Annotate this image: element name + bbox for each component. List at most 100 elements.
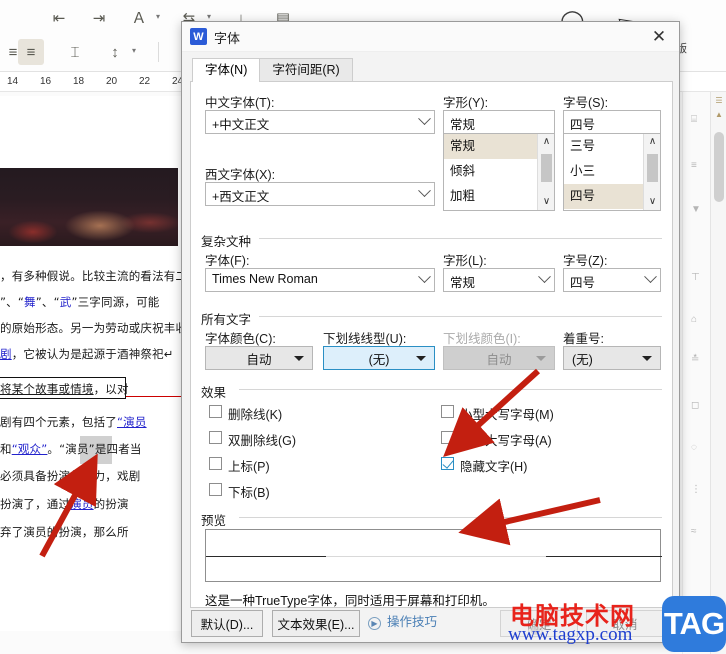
chevron-down-icon[interactable]: ▾ — [207, 12, 211, 21]
font-size-value: 四号 — [570, 118, 596, 132]
chevron-down-icon — [644, 270, 657, 284]
checkbox-box[interactable] — [209, 457, 222, 470]
checkbox-box[interactable] — [209, 483, 222, 496]
font-preview-box — [205, 529, 662, 582]
scrollbar-thumb[interactable] — [541, 154, 552, 182]
font-size-input[interactable]: 四号 — [563, 110, 661, 134]
ruler-tick-label: 16 — [40, 76, 52, 87]
complex-style-combobox[interactable]: 常规 — [443, 268, 555, 292]
font-size-label: 字号(S): — [563, 96, 609, 110]
chevron-down-icon[interactable]: ▾ — [132, 46, 136, 55]
font-style-label: 字形(Y): — [443, 96, 489, 110]
group-divider — [259, 316, 662, 317]
group-divider — [239, 389, 662, 390]
west-font-value: +西文正文 — [212, 190, 270, 204]
checkbox-box[interactable] — [209, 405, 222, 418]
font-style-value: 常规 — [450, 118, 476, 132]
complex-style-label: 字形(L): — [443, 254, 487, 268]
document-paragraph-line: 和“观众”。“演员”是四者当 — [0, 442, 142, 456]
ruler-tick-label: 14 — [7, 76, 19, 87]
complex-size-combobox[interactable]: 四号 — [563, 268, 661, 292]
complex-font-label: 字体(F): — [205, 254, 250, 268]
checkbox-box[interactable] — [441, 405, 454, 418]
document-paragraph-line: ”、“舞”、“武”三字同源，可能 — [0, 295, 160, 309]
underline-style-label: 下划线线型(U): — [323, 332, 407, 346]
tab-panel-font: 中文字体(T): +中文正文 西文字体(X): +西文正文 字形(Y): 常规 … — [190, 81, 673, 608]
document-image — [0, 168, 178, 246]
ruler-tick-label: 22 — [139, 76, 151, 87]
checkbox-box[interactable] — [441, 431, 454, 444]
underline-style-value: (无) — [368, 352, 390, 367]
cn-font-label: 中文字体(T): — [205, 96, 275, 110]
emphasis-mark-label: 着重号: — [563, 332, 604, 346]
listbox-scrollbar[interactable]: ∧ ∨ — [643, 134, 660, 210]
emphasis-mark-combobox[interactable]: (无) — [563, 346, 661, 370]
pinyin-guide-icon[interactable]: Ａ — [126, 5, 152, 31]
line-spacing-icon[interactable]: ↕ — [102, 39, 128, 65]
chevron-down-icon — [418, 270, 431, 284]
tab-font[interactable]: 字体(N) — [192, 58, 261, 82]
default-button[interactable]: 默认(D)... — [191, 610, 263, 637]
effects-group-label: 效果 — [201, 382, 231, 401]
distribute-icon[interactable]: ⌶ — [62, 39, 88, 65]
listbox-scrollbar[interactable]: ∧ ∨ — [537, 134, 554, 210]
checkbox-label: 上标(P) — [228, 460, 270, 474]
dialog-title-bar: W 字体 ✕ — [182, 22, 679, 52]
underline-color-label: 下划线颜色(I): — [443, 332, 521, 346]
chevron-down-icon — [536, 356, 546, 361]
group-divider — [239, 517, 662, 518]
chevron-down-icon[interactable]: ∨ — [538, 194, 554, 210]
underline-style-combobox[interactable]: (无) — [323, 346, 435, 370]
font-size-listbox[interactable]: 三号 小三 四号 ∧ ∨ — [563, 133, 661, 211]
chevron-down-icon — [538, 270, 551, 284]
underline-color-combobox: 自动 — [443, 346, 555, 370]
font-style-listbox[interactable]: 常规 倾斜 加粗 ∧ ∨ — [443, 133, 555, 211]
font-dialog: W 字体 ✕ 字体(N) 字符间距(R) 中文字体(T): +中文正文 西文字体… — [181, 21, 680, 643]
complex-script-group-label: 复杂文种 — [201, 231, 256, 250]
west-font-combobox[interactable]: +西文正文 — [205, 182, 435, 206]
close-icon[interactable]: ✕ — [645, 26, 673, 48]
document-paragraph-line: 扮演了，通过演员的扮演 — [0, 497, 129, 511]
document-paragraph-line: ，有多种假说。比较主流的看法有二 — [0, 269, 182, 283]
vertical-scrollbar[interactable]: ☰ ▲ — [710, 92, 726, 654]
checkbox-label: 下标(B) — [228, 486, 270, 500]
document-page[interactable]: ，有多种假说。比较主流的看法有二 ”、“舞”、“武”三字同源，可能 的原始形态。… — [0, 96, 182, 631]
chevron-up-icon[interactable]: ∧ — [644, 134, 660, 150]
font-color-value: 自动 — [246, 352, 272, 367]
text-effects-button[interactable]: 文本效果(E)... — [272, 610, 360, 637]
checkbox-box[interactable] — [441, 457, 454, 470]
checkbox-label: 全部大写字母(A) — [460, 434, 552, 448]
chevron-down-icon[interactable]: ▾ — [156, 12, 160, 21]
chevron-down-icon — [416, 356, 426, 361]
align-center-icon[interactable]: ≡ — [18, 39, 44, 65]
preview-line — [546, 556, 662, 557]
increase-indent-icon[interactable]: ⇥ — [86, 5, 112, 31]
document-paragraph-line: 将某个故事或情境，以对 — [0, 382, 129, 396]
tips-link[interactable]: 操作技巧 — [387, 611, 437, 630]
dialog-title: 字体 — [214, 31, 241, 46]
right-tool-strip: ⌸ ≡ ▼ ⊤ ⌂ ≛ ◻ ◌ ⋮ ≈ — [682, 92, 710, 654]
chevron-down-icon — [642, 356, 652, 361]
underline-color-value: 自动 — [486, 352, 512, 367]
complex-size-value: 四号 — [570, 276, 596, 290]
decrease-indent-icon[interactable]: ⇤ — [46, 5, 72, 31]
complex-size-label: 字号(Z): — [563, 254, 608, 268]
checkbox-label: 小型大写字母(M) — [460, 408, 554, 422]
checkbox-box[interactable] — [209, 431, 222, 444]
scrollbar-thumb[interactable] — [714, 132, 724, 202]
document-paragraph-line: 的原始形态。另一为劳动或庆祝丰收 — [0, 321, 182, 335]
all-text-group-label: 所有文字 — [201, 309, 256, 328]
tab-character-spacing[interactable]: 字符间距(R) — [259, 58, 353, 82]
font-style-input[interactable]: 常规 — [443, 110, 555, 134]
font-color-combobox[interactable]: 自动 — [205, 346, 313, 370]
chevron-up-icon[interactable]: ∧ — [538, 134, 554, 150]
chevron-down-icon — [294, 356, 304, 361]
document-paragraph-line: 剧，它被认为是起源于酒神祭祀↵ — [0, 347, 174, 361]
play-circle-icon[interactable]: ▶ — [368, 617, 381, 630]
chevron-down-icon[interactable]: ∨ — [644, 194, 660, 210]
group-divider — [259, 238, 662, 239]
font-color-label: 字体颜色(C): — [205, 332, 276, 346]
cn-font-combobox[interactable]: +中文正文 — [205, 110, 435, 134]
scrollbar-thumb[interactable] — [647, 154, 658, 182]
complex-font-combobox[interactable]: Times New Roman — [205, 268, 435, 292]
